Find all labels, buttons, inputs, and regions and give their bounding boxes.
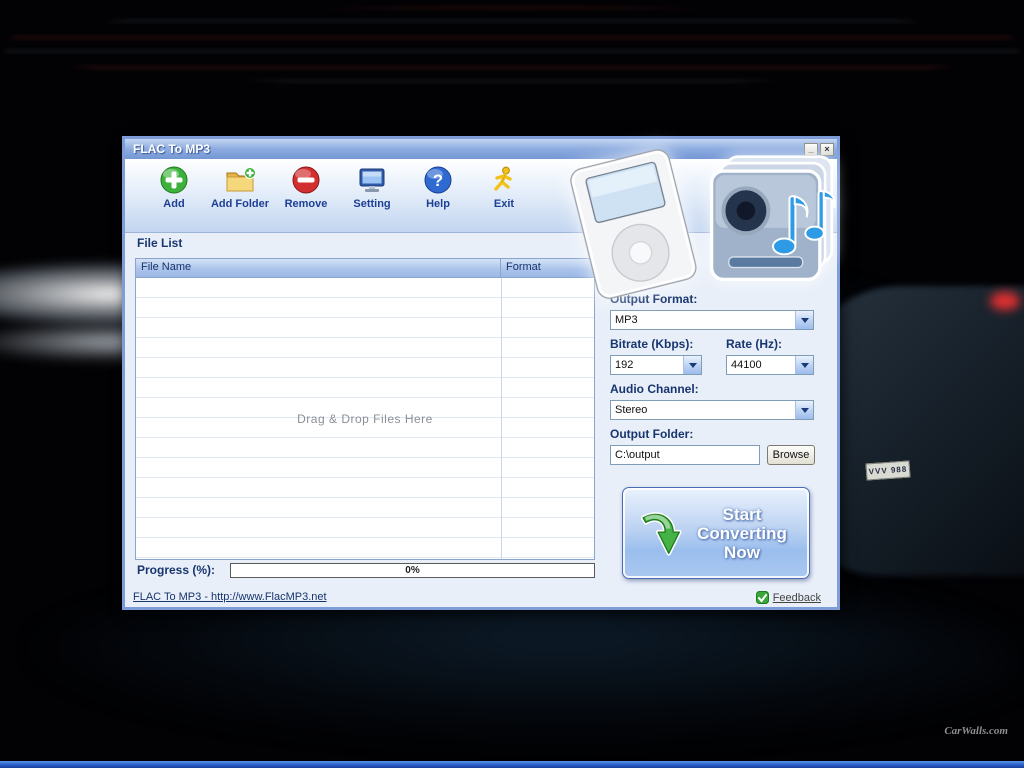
wallpaper-credit: CarWalls.com bbox=[944, 725, 1008, 737]
help-label: Help bbox=[426, 198, 450, 210]
audio-converter-image bbox=[705, 151, 837, 294]
audio-channel-select[interactable]: Stereo bbox=[610, 400, 814, 420]
column-file-name: File Name bbox=[136, 259, 501, 277]
help-button[interactable]: ? Help bbox=[405, 165, 471, 210]
add-folder-label: Add Folder bbox=[211, 198, 269, 210]
progress-value: 0% bbox=[405, 565, 419, 576]
drop-hint-text: Drag & Drop Files Here bbox=[297, 412, 433, 426]
flac-to-mp3-window: FLAC To MP3 _ × Add Add Folder bbox=[122, 136, 840, 610]
start-converting-button[interactable]: Start Converting Now bbox=[622, 487, 810, 579]
audio-channel-value: Stereo bbox=[611, 401, 795, 419]
output-format-select[interactable]: MP3 bbox=[610, 310, 814, 330]
output-folder-label: Output Folder: bbox=[610, 427, 693, 441]
file-list-drop-area[interactable]: Drag & Drop Files Here bbox=[136, 278, 594, 559]
audio-channel-label: Audio Channel: bbox=[610, 382, 699, 396]
remove-label: Remove bbox=[285, 198, 328, 210]
chevron-down-icon[interactable] bbox=[683, 356, 701, 374]
feedback-check-icon bbox=[756, 591, 769, 604]
wallpaper-streak bbox=[0, 590, 1024, 740]
start-converting-label: Start Converting Now bbox=[688, 505, 796, 562]
bitrate-value: 192 bbox=[611, 356, 683, 374]
progress-label: Progress (%): bbox=[137, 563, 215, 577]
start-arrow-icon bbox=[636, 505, 682, 561]
add-folder-button[interactable]: Add Folder bbox=[207, 165, 273, 210]
exit-icon bbox=[489, 165, 519, 195]
add-folder-icon bbox=[224, 165, 256, 195]
window-title: FLAC To MP3 bbox=[133, 142, 210, 156]
setting-label: Setting bbox=[353, 198, 390, 210]
add-button[interactable]: Add bbox=[141, 165, 207, 210]
exit-label: Exit bbox=[494, 198, 514, 210]
wallpaper-streak bbox=[0, 6, 1024, 86]
site-link[interactable]: FLAC To MP3 - http://www.FlacMP3.net bbox=[133, 591, 327, 603]
chevron-down-icon[interactable] bbox=[795, 356, 813, 374]
help-icon: ? bbox=[423, 165, 453, 195]
file-list-title: File List bbox=[137, 236, 182, 250]
file-list-header: File Name Format bbox=[136, 259, 594, 278]
remove-icon bbox=[291, 165, 321, 195]
feedback-label: Feedback bbox=[773, 592, 821, 604]
exit-button[interactable]: Exit bbox=[471, 165, 537, 210]
add-label: Add bbox=[163, 198, 184, 210]
setting-button[interactable]: Setting bbox=[339, 165, 405, 210]
rate-select[interactable]: 44100 bbox=[726, 355, 814, 375]
progress-bar: 0% bbox=[230, 563, 595, 578]
column-format: Format bbox=[501, 259, 594, 277]
remove-button[interactable]: Remove bbox=[273, 165, 339, 210]
bitrate-select[interactable]: 192 bbox=[610, 355, 702, 375]
wallpaper-taillight bbox=[990, 292, 1020, 310]
rate-value: 44100 bbox=[727, 356, 795, 374]
output-folder-input[interactable] bbox=[610, 445, 760, 465]
feedback-link[interactable]: Feedback bbox=[756, 591, 821, 604]
chevron-down-icon[interactable] bbox=[795, 311, 813, 329]
setting-icon bbox=[357, 165, 387, 195]
file-list-table: File Name Format Drag & Drop Files Here bbox=[135, 258, 595, 560]
screen-bottom-bar bbox=[0, 761, 1024, 768]
output-format-value: MP3 bbox=[611, 311, 795, 329]
browse-button[interactable]: Browse bbox=[767, 445, 815, 465]
license-plate: VVV 988 bbox=[865, 460, 910, 480]
bitrate-label: Bitrate (Kbps): bbox=[610, 337, 693, 351]
add-icon bbox=[159, 165, 189, 195]
svg-text:?: ? bbox=[433, 171, 443, 190]
rate-label: Rate (Hz): bbox=[726, 337, 782, 351]
chevron-down-icon[interactable] bbox=[795, 401, 813, 419]
